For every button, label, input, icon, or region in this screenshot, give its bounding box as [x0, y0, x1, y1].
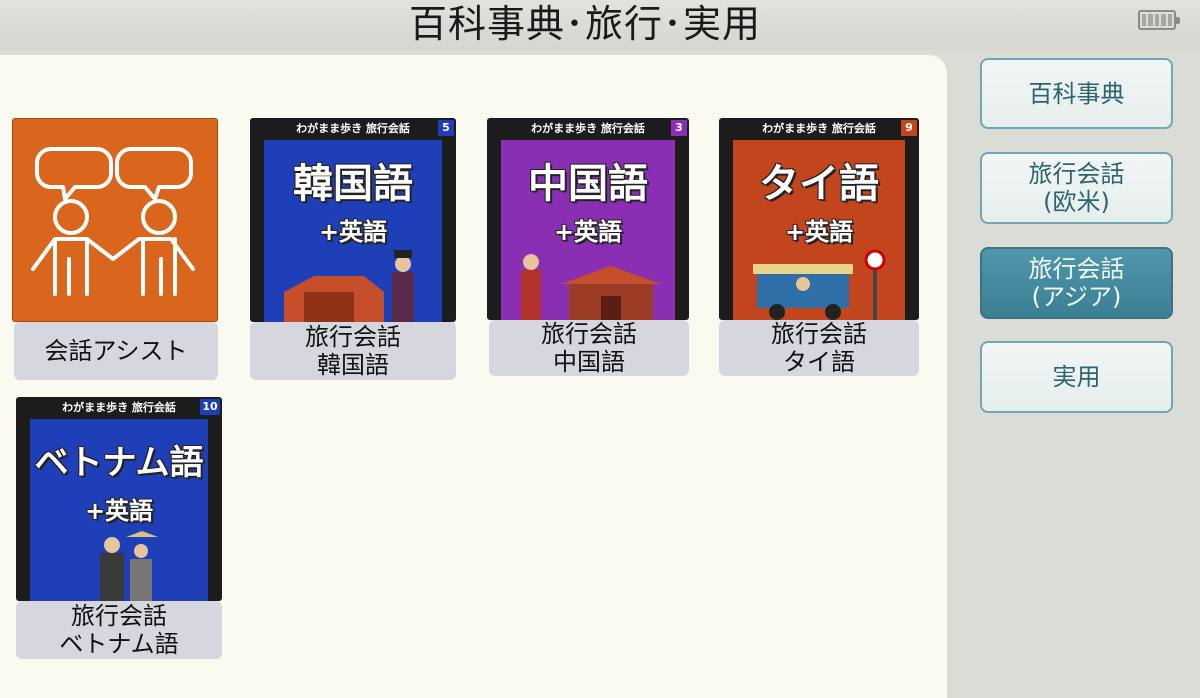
tile-conversation-assist[interactable]: 会話アシスト [12, 118, 218, 382]
sidebar-item-label: 実用 [1052, 363, 1101, 391]
series-title: わがまま歩き 旅行会話 [762, 122, 876, 135]
cover-illustration-icon [521, 254, 661, 320]
cover-plus-english: +英語 [553, 218, 623, 246]
sidebar-item-travel-conversation-western[interactable]: 旅行会話 (欧米) [980, 152, 1173, 224]
sidebar-item-encyclopedia[interactable]: 百科事典 [980, 58, 1173, 129]
cover-language: タイ語 [759, 161, 879, 207]
tile-travel-korean[interactable]: わがまま歩き 旅行会話 5 韓国語 +英語 旅行会話 韓国語 [250, 118, 456, 380]
book-cover-vietnamese: わがまま歩き 旅行会話 10 ベトナム語 +英語 [16, 397, 222, 601]
volume-number: 9 [901, 120, 917, 136]
cover-language: 韓国語 [293, 161, 413, 207]
tile-label-line2: ベトナム語 [59, 630, 179, 658]
cover-illustration-icon [284, 250, 414, 322]
volume-number: 10 [200, 399, 220, 415]
tile-label-line2: 中国語 [553, 348, 625, 376]
cover-plus-english: +英語 [784, 218, 854, 246]
tile-label: 旅行会話 韓国語 [250, 322, 456, 380]
tile-label: 旅行会話 中国語 [489, 320, 689, 376]
tile-label: 旅行会話 タイ語 [719, 320, 919, 376]
cover-illustration-icon [753, 249, 886, 320]
sidebar-item-label: 旅行会話 [1028, 255, 1125, 283]
title-bar: 百科事典･旅行･実用 [0, 0, 1200, 50]
tile-label-line1: 会話アシスト [44, 337, 188, 365]
series-title: わがまま歩き 旅行会話 [296, 122, 410, 135]
cover-language: 中国語 [528, 161, 648, 207]
tile-travel-chinese[interactable]: わがまま歩き 旅行会話 3 中国語 +英語 旅行会話 中国語 [487, 118, 689, 376]
tile-label-line2: 韓国語 [317, 351, 389, 379]
cover-illustration-icon [100, 531, 158, 601]
sidebar-item-label: 百科事典 [1028, 79, 1125, 108]
series-title: わがまま歩き 旅行会話 [531, 122, 645, 135]
tile-label: 旅行会話 ベトナム語 [16, 601, 222, 659]
cover-plus-english: +英語 [84, 497, 154, 525]
tile-label-line2: タイ語 [783, 348, 855, 376]
book-cover-korean: わがまま歩き 旅行会話 5 韓国語 +英語 [250, 118, 456, 322]
volume-number: 3 [671, 120, 687, 136]
sidebar-item-sublabel: (アジア) [1031, 283, 1122, 311]
conversation-assist-icon [12, 118, 218, 322]
tile-label-line1: 旅行会話 [71, 602, 167, 630]
sidebar-item-sublabel: (欧米) [1043, 188, 1110, 216]
tile-label-line1: 旅行会話 [771, 320, 867, 348]
sidebar-item-label: 旅行会話 [1028, 160, 1125, 188]
sidebar-item-practical[interactable]: 実用 [980, 341, 1173, 413]
series-title: わがまま歩き 旅行会話 [62, 401, 176, 414]
page-title: 百科事典･旅行･実用 [408, 2, 761, 46]
cover-language: ベトナム語 [34, 443, 204, 483]
tile-travel-vietnamese[interactable]: わがまま歩き 旅行会話 10 ベトナム語 +英語 旅行会話 ベトナム語 [16, 397, 222, 659]
book-cover-thai: わがまま歩き 旅行会話 9 タイ語 +英語 [719, 118, 919, 320]
volume-number: 5 [438, 120, 454, 136]
tile-label-line1: 旅行会話 [541, 320, 637, 348]
tile-label-line1: 旅行会話 [305, 323, 401, 351]
tile-label: 会話アシスト [14, 322, 218, 380]
sidebar-item-travel-conversation-asia[interactable]: 旅行会話 (アジア) [980, 247, 1173, 319]
book-cover-chinese: わがまま歩き 旅行会話 3 中国語 +英語 [487, 118, 689, 320]
battery-icon [1138, 10, 1180, 30]
tile-travel-thai[interactable]: わがまま歩き 旅行会話 9 タイ語 +英語 旅行会話 タイ語 [719, 118, 919, 376]
